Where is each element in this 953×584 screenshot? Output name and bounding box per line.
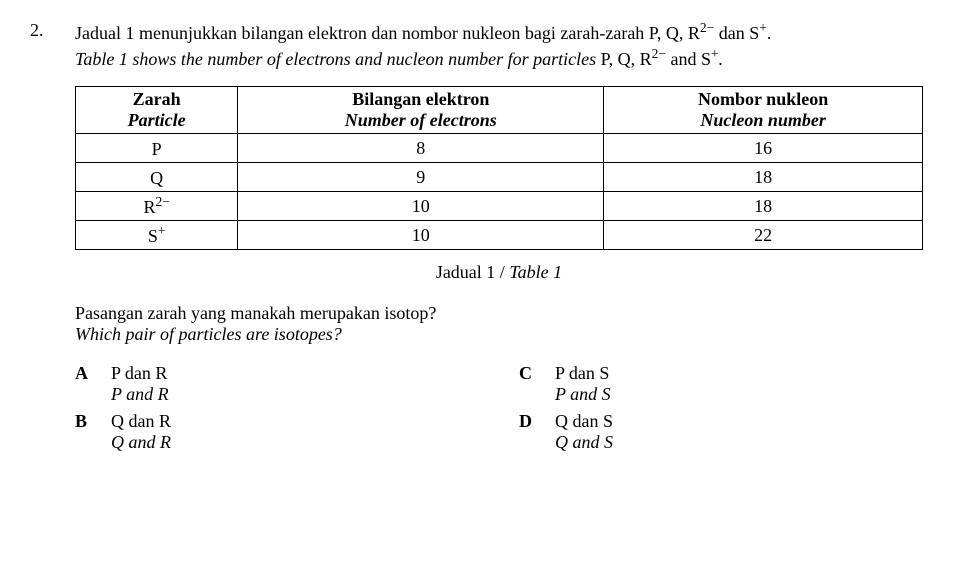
table-row: S+ 10 22	[76, 221, 923, 250]
col-particle: Zarah Particle	[76, 87, 238, 134]
stem-ms-sup2: +	[759, 20, 767, 35]
cell-particle: S+	[76, 221, 238, 250]
caption-en: Table 1	[509, 262, 562, 282]
option-label: B	[75, 411, 93, 453]
particle-base: Q	[150, 168, 163, 188]
stem-en-part1: P, Q, R	[601, 49, 652, 69]
cell-electrons: 10	[238, 221, 604, 250]
hdr-particle-ms: Zarah	[84, 89, 229, 110]
table-row: P 8 16	[76, 134, 923, 163]
particle-sup: +	[158, 223, 166, 238]
question-body: Jadual 1 menunjukkan bilangan elektron d…	[75, 20, 923, 453]
data-table: Zarah Particle Bilangan elektron Number …	[75, 86, 923, 250]
table-caption: Jadual 1 / Table 1	[75, 262, 923, 283]
option-en: P and S	[555, 384, 611, 405]
option-d[interactable]: D Q dan S Q and S	[519, 411, 923, 453]
cell-particle: R2−	[76, 192, 238, 221]
cell-nucleon: 18	[604, 192, 923, 221]
table-header-row: Zarah Particle Bilangan elektron Number …	[76, 87, 923, 134]
option-text: P dan R P and R	[111, 363, 169, 405]
hdr-particle-en: Particle	[84, 110, 229, 131]
option-c[interactable]: C P dan S P and S	[519, 363, 923, 405]
stem-ms-part0: Jadual 1 menunjukkan bilangan elektron d…	[75, 23, 700, 43]
cell-particle: P	[76, 134, 238, 163]
caption-sep: /	[495, 262, 509, 282]
option-label: A	[75, 363, 93, 405]
stem-english: Table 1 shows the number of electrons an…	[75, 46, 923, 70]
stem-en-sup2: +	[711, 46, 719, 61]
particle-base: P	[152, 139, 162, 159]
table-row: R2− 10 18	[76, 192, 923, 221]
particle-base: R	[143, 197, 155, 217]
option-ms: P dan R	[111, 363, 169, 384]
option-a[interactable]: A P dan R P and R	[75, 363, 479, 405]
option-ms: Q dan S	[555, 411, 613, 432]
hdr-electrons-ms: Bilangan elektron	[246, 89, 595, 110]
hdr-nucleon-en: Nucleon number	[612, 110, 914, 131]
stem-en-sup1: 2−	[652, 46, 666, 61]
cell-electrons: 8	[238, 134, 604, 163]
col-nucleon: Nombor nukleon Nucleon number	[604, 87, 923, 134]
hdr-electrons-en: Number of electrons	[246, 110, 595, 131]
stem-en-part0: Table 1 shows the number of electrons an…	[75, 49, 601, 69]
col-electrons: Bilangan elektron Number of electrons	[238, 87, 604, 134]
cell-nucleon: 22	[604, 221, 923, 250]
option-ms: P dan S	[555, 363, 611, 384]
particle-sup: 2−	[155, 194, 169, 209]
stem-ms-part2: dan S	[714, 23, 759, 43]
cell-particle: Q	[76, 163, 238, 192]
cell-electrons: 10	[238, 192, 604, 221]
stem-en-part3: and S	[671, 49, 712, 69]
stem-ms-sup1: 2−	[700, 20, 714, 35]
question-number: 2.	[30, 20, 55, 41]
cell-electrons: 9	[238, 163, 604, 192]
options-grid: A P dan R P and R C P dan S P and S B Q …	[75, 363, 923, 453]
option-en: Q and S	[555, 432, 613, 453]
option-text: Q dan R Q and R	[111, 411, 171, 453]
particle-base: S	[148, 226, 158, 246]
caption-ms: Jadual 1	[436, 262, 495, 282]
option-ms: Q dan R	[111, 411, 171, 432]
ask-english: Which pair of particles are isotopes?	[75, 324, 923, 345]
option-b[interactable]: B Q dan R Q and R	[75, 411, 479, 453]
table-row: Q 9 18	[76, 163, 923, 192]
cell-nucleon: 18	[604, 163, 923, 192]
option-label: D	[519, 411, 537, 453]
table-body: P 8 16 Q 9 18 R2− 10 18 S+ 10 22	[76, 134, 923, 250]
ask-malay: Pasangan zarah yang manakah merupakan is…	[75, 303, 923, 324]
cell-nucleon: 16	[604, 134, 923, 163]
stem-en-part5: .	[719, 49, 724, 69]
option-en: Q and R	[111, 432, 171, 453]
option-text: Q dan S Q and S	[555, 411, 613, 453]
stem-ms-part4: .	[767, 23, 772, 43]
option-text: P dan S P and S	[555, 363, 611, 405]
option-en: P and R	[111, 384, 169, 405]
option-label: C	[519, 363, 537, 405]
hdr-nucleon-ms: Nombor nukleon	[612, 89, 914, 110]
stem-malay: Jadual 1 menunjukkan bilangan elektron d…	[75, 20, 923, 44]
question-container: 2. Jadual 1 menunjukkan bilangan elektro…	[30, 20, 923, 453]
